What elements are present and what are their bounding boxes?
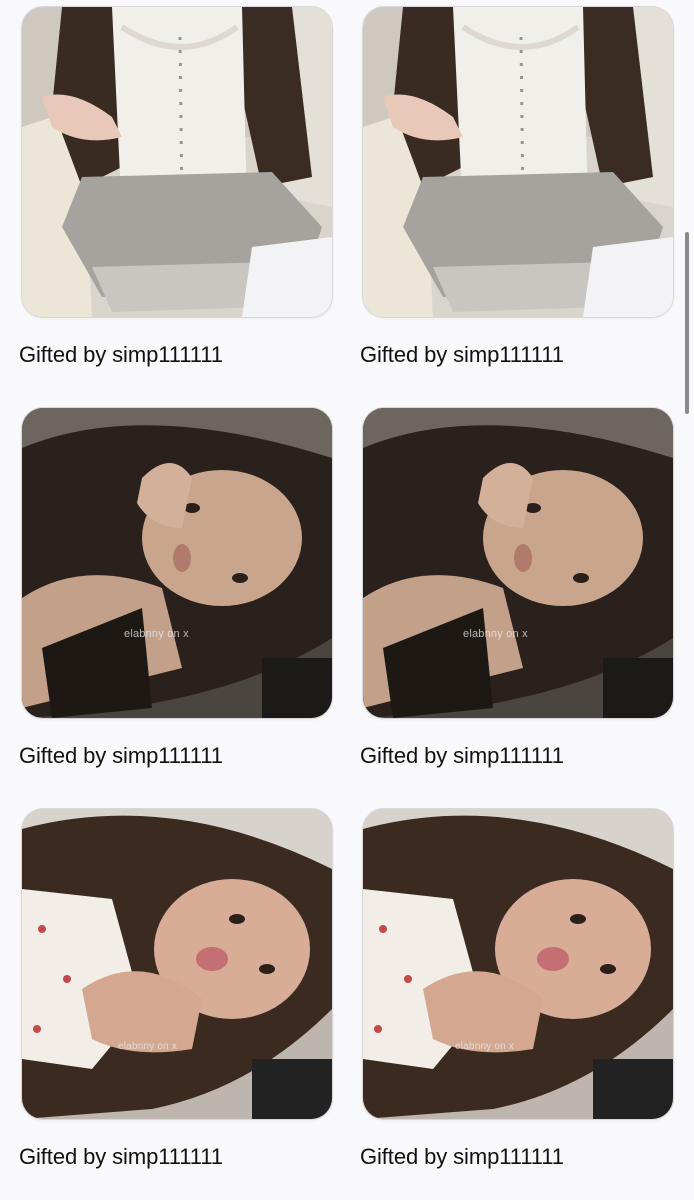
gift-photo[interactable]: elabnny on x <box>21 808 333 1120</box>
gift-caption: Gifted by simp111111 <box>19 342 223 367</box>
watermark-text: elabnny on x <box>455 1041 515 1052</box>
white-corset-photo <box>22 7 332 317</box>
gift-photo[interactable]: elabnny on x <box>362 407 674 719</box>
gift-card[interactable]: elabnny on x Gifted by simp111111 <box>19 808 333 1170</box>
gift-caption: Gifted by simp111111 <box>360 1144 564 1169</box>
gift-card[interactable]: elabnny on x Gifted by simp111111 <box>19 407 333 769</box>
watermark-text: elabnny on x <box>463 628 528 640</box>
dark-portrait-photo <box>22 408 332 718</box>
gift-gallery-grid: Gifted by simp111111 Gifted by simp11111… <box>0 0 694 1200</box>
vertical-scrollbar[interactable] <box>685 232 689 414</box>
watermark-text: elabnny on x <box>124 628 189 640</box>
gift-photo[interactable]: elabnny on x <box>362 808 674 1120</box>
gift-card[interactable]: elabnny on x Gifted by simp111111 <box>360 808 674 1170</box>
gift-caption: Gifted by simp111111 <box>360 342 564 367</box>
light-portrait-photo <box>22 809 332 1119</box>
gift-photo[interactable]: elabnny on x <box>21 407 333 719</box>
gift-caption: Gifted by simp111111 <box>19 1144 223 1169</box>
gift-photo[interactable] <box>21 6 333 318</box>
light-portrait-photo <box>363 809 673 1119</box>
gift-card[interactable]: Gifted by simp111111 <box>360 6 674 368</box>
gift-card[interactable]: elabnny on x Gifted by simp111111 <box>360 407 674 769</box>
gift-card[interactable]: Gifted by simp111111 <box>19 6 333 368</box>
gift-caption: Gifted by simp111111 <box>19 743 223 768</box>
gift-photo[interactable] <box>362 6 674 318</box>
dark-portrait-photo <box>363 408 673 718</box>
watermark-text: elabnny on x <box>118 1041 178 1052</box>
white-corset-photo <box>363 7 673 317</box>
gift-caption: Gifted by simp111111 <box>360 743 564 768</box>
